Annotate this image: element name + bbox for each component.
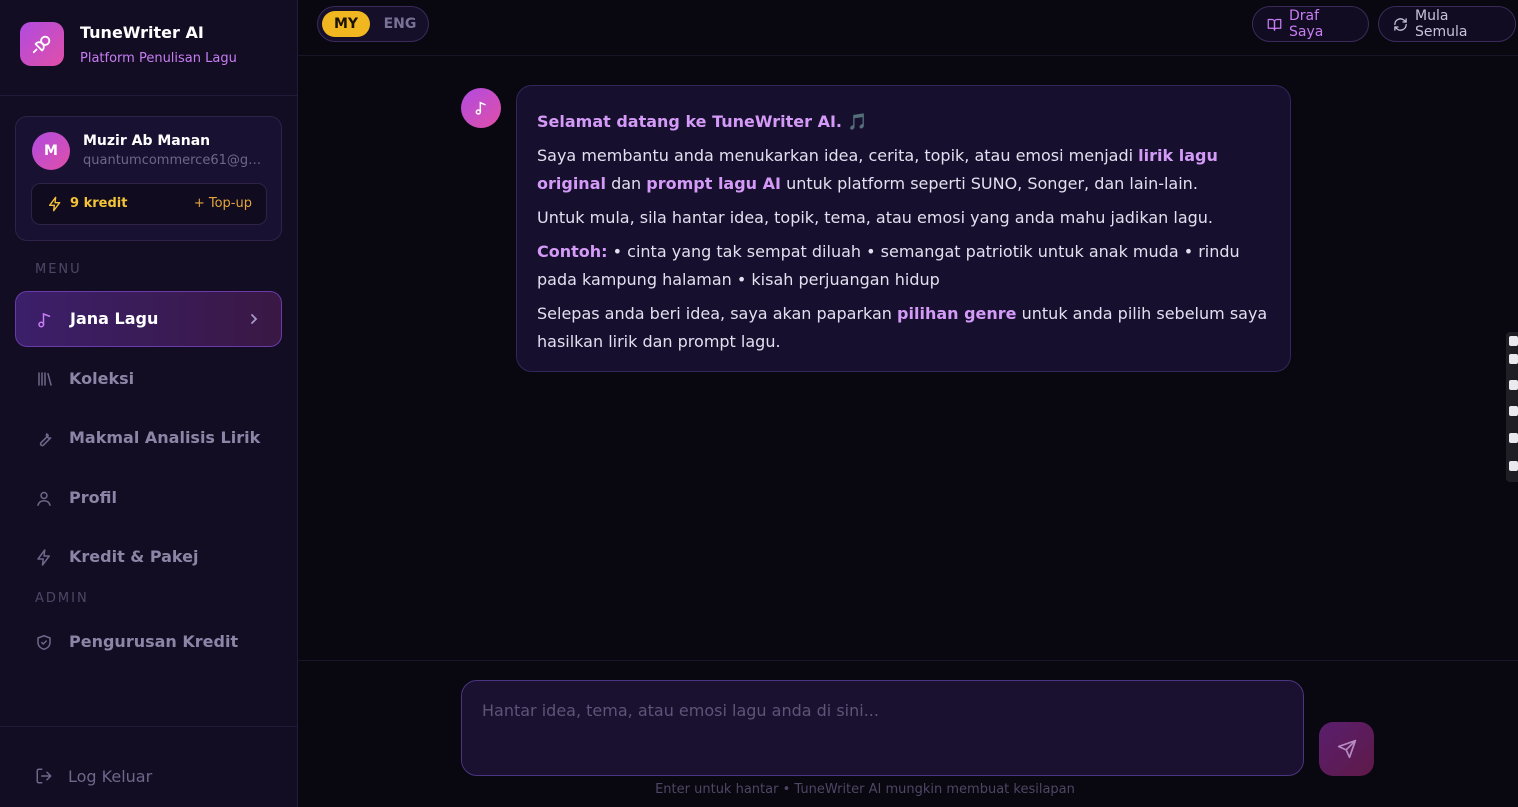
message-paragraph: Selepas anda beri idea, saya akan papark… — [537, 304, 1268, 351]
topup-button[interactable]: + Top-up — [194, 196, 252, 211]
lang-my-button[interactable]: MY — [322, 11, 370, 37]
sidebar-item-label: Jana Lagu — [70, 309, 159, 328]
brand-header: TuneWriter AI Platform Penulisan Lagu — [0, 0, 297, 96]
dock-icon[interactable] — [1509, 461, 1518, 471]
message-input[interactable] — [461, 680, 1304, 776]
user-icon — [35, 489, 53, 508]
sidebar-item-label: Makmal Analisis Lirik — [69, 428, 261, 447]
credit-box: 9 kredit + Top-up — [31, 183, 267, 225]
language-toggle: MY ENG — [317, 6, 429, 42]
sidebar-item-makmal[interactable]: Makmal Analisis Lirik — [15, 411, 282, 467]
dock-icon[interactable] — [1509, 433, 1518, 443]
assistant-message: Selamat datang ke TuneWriter AI. 🎵 Saya … — [516, 85, 1291, 372]
sidebar-item-kredit[interactable]: Kredit & Pakej — [15, 530, 282, 586]
music-note-icon — [36, 310, 54, 330]
lang-eng-button[interactable]: ENG — [376, 11, 424, 37]
dock-icon[interactable] — [1509, 354, 1518, 364]
sidebar-item-label: Profil — [69, 488, 117, 507]
reset-label: Mula Semula — [1415, 8, 1468, 40]
microphone-icon[interactable] — [20, 22, 64, 66]
draft-button[interactable]: Draf Saya — [1252, 6, 1369, 42]
floating-dock[interactable] — [1506, 332, 1518, 482]
brand-title: TuneWriter AI — [80, 23, 204, 42]
composer-footer-note: Enter untuk hantar • TuneWriter AI mungk… — [655, 782, 1075, 797]
logout-button[interactable]: Log Keluar — [0, 726, 297, 807]
message-paragraph: Contoh: • cinta yang tak sempat diluah •… — [537, 242, 1240, 289]
reset-button[interactable]: Mula Semula — [1378, 6, 1516, 42]
welcome-line: Selamat datang ke TuneWriter AI. 🎵 — [537, 112, 868, 131]
book-open-icon — [1267, 17, 1282, 32]
refresh-icon — [1393, 17, 1408, 32]
wrench-icon — [35, 429, 54, 448]
sidebar-item-pengurusan-kredit[interactable]: Pengurusan Kredit — [15, 615, 282, 671]
sidebar-item-label: Pengurusan Kredit — [69, 632, 239, 651]
bot-avatar — [461, 88, 501, 128]
user-card: M Muzir Ab Manan quantumcommerce61@gmail… — [15, 116, 282, 241]
credit-count: 9 kredit — [70, 196, 128, 211]
dock-icon[interactable] — [1509, 380, 1518, 390]
chevron-right-icon — [249, 312, 259, 326]
library-icon — [35, 370, 55, 388]
sidebar-item-label: Koleksi — [69, 369, 135, 388]
message-paragraph: Saya membantu anda menukarkan idea, ceri… — [537, 146, 1218, 193]
logout-icon — [35, 767, 53, 785]
send-button[interactable] — [1319, 722, 1374, 776]
dock-icon[interactable] — [1509, 336, 1518, 346]
draft-label: Draf Saya — [1289, 8, 1324, 40]
topbar: MY ENG Draf Saya Mula Semula — [298, 0, 1518, 56]
menu-section-label: MENU — [35, 262, 82, 277]
brand-subtitle: Platform Penulisan Lagu — [80, 51, 237, 66]
sidebar: TuneWriter AI Platform Penulisan Lagu M … — [0, 0, 298, 807]
lightning-icon — [35, 548, 53, 567]
music-note-icon — [473, 99, 489, 117]
sidebar-item-label: Kredit & Pakej — [69, 547, 199, 566]
send-icon — [1337, 739, 1357, 759]
shield-icon — [35, 633, 53, 652]
sidebar-item-profil[interactable]: Profil — [15, 471, 282, 527]
sidebar-item-koleksi[interactable]: Koleksi — [15, 352, 282, 408]
user-email: quantumcommerce61@gmail.com — [83, 153, 268, 168]
admin-section-label: ADMIN — [35, 591, 89, 606]
lightning-icon — [47, 196, 63, 212]
user-name: Muzir Ab Manan — [83, 133, 211, 149]
dock-icon[interactable] — [1509, 406, 1518, 416]
logout-label: Log Keluar — [68, 767, 153, 786]
avatar[interactable]: M — [32, 132, 70, 170]
sidebar-item-jana-lagu[interactable]: Jana Lagu — [15, 291, 282, 347]
message-paragraph: Untuk mula, sila hantar idea, topik, tem… — [537, 208, 1214, 227]
